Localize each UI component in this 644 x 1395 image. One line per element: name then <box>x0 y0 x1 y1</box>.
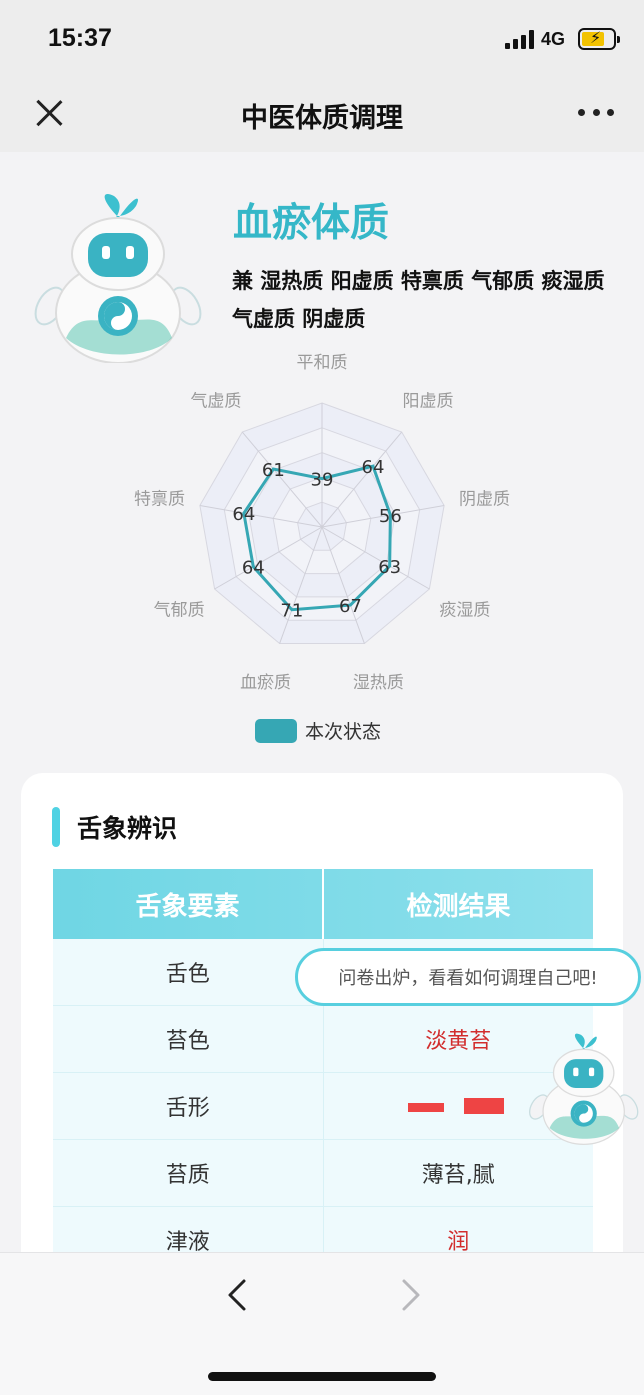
radar-axis-label: 痰湿质 <box>439 601 490 621</box>
radar-axis-label: 阳虚质 <box>403 392 454 412</box>
radar-data-label: 64 <box>232 504 255 525</box>
radar-axis-label: 气郁质 <box>154 601 205 621</box>
radar-axis-label: 血瘀质 <box>240 673 291 690</box>
radar-data-label: 63 <box>378 557 401 578</box>
prompt-bubble[interactable]: 问卷出炉，看看如何调理自己吧! <box>295 948 641 1006</box>
radar-axis-label: 平和质 <box>297 353 348 373</box>
radar-axis-label: 特禀质 <box>134 488 185 509</box>
status-bar: 15:37 4G ⚡ <box>0 0 644 80</box>
floating-robot-icon[interactable] <box>526 1026 644 1148</box>
table-row: 苔色 淡黄苔 <box>53 1006 593 1073</box>
section-accent-bar <box>52 807 60 847</box>
header-element: 舌象要素 <box>53 869 324 939</box>
radar-data-label: 64 <box>242 558 265 579</box>
row-result: 薄苔,腻 <box>421 1163 495 1188</box>
radar-data-label: 56 <box>379 506 402 527</box>
network-label: 4G <box>541 29 566 49</box>
main-constitution: 血瘀体质 <box>233 201 390 246</box>
forward-arrow-icon[interactable] <box>396 1278 424 1312</box>
home-indicator <box>208 1372 436 1381</box>
battery-icon: ⚡ <box>578 28 620 50</box>
status-time: 15:37 <box>48 24 112 52</box>
tongue-table: 舌象要素 检测结果 舌色 苔色 淡黄苔 舌形 苔质 薄苔,腻 津液 润 <box>53 869 593 1274</box>
legend-swatch <box>255 718 297 743</box>
chart-legend: 本次状态 <box>255 717 381 744</box>
table-row: 舌形 <box>53 1073 593 1140</box>
radar-axis-label: 湿热质 <box>353 673 404 690</box>
secondary-constitutions: 兼 湿热质 阳虚质 特禀质 气郁质 痰湿质 气虚质 阴虚质 <box>232 269 605 331</box>
radar-axis-label: 阴虚质 <box>459 489 510 509</box>
robot-mascot-icon <box>34 194 202 363</box>
signal-icon <box>505 30 535 49</box>
more-icon[interactable] <box>578 102 614 122</box>
radar-data-label: 64 <box>362 457 385 478</box>
table-header: 舌象要素 检测结果 <box>53 869 593 939</box>
legend-label: 本次状态 <box>305 721 382 743</box>
row-element: 舌形 <box>53 1073 324 1139</box>
row-element: 苔质 <box>53 1140 324 1206</box>
section-title: 舌象辨识 <box>77 814 178 843</box>
constitution-radar-chart: 平和质阳虚质阴虚质痰湿质湿热质 血瘀质 气郁质 特禀质 气虚质 39 64 56 63 67 71 6… <box>134 353 510 690</box>
radar-data-label: 39 <box>311 470 334 491</box>
radar-data-label: 71 <box>280 601 303 622</box>
row-element: 苔色 <box>53 1006 324 1072</box>
radar-axis-label: 气虚质 <box>190 392 241 412</box>
back-arrow-icon[interactable] <box>224 1278 252 1312</box>
table-row: 苔质 薄苔,腻 <box>53 1140 593 1207</box>
header-result: 检测结果 <box>406 891 511 922</box>
radar-data-label: 61 <box>262 460 285 481</box>
row-element: 舌色 <box>53 939 324 1005</box>
redacted-mark <box>408 1098 508 1114</box>
radar-data-label: 67 <box>339 596 362 617</box>
nav-bar: 中医体质调理 <box>0 80 644 152</box>
page-title: 中医体质调理 <box>241 103 403 134</box>
